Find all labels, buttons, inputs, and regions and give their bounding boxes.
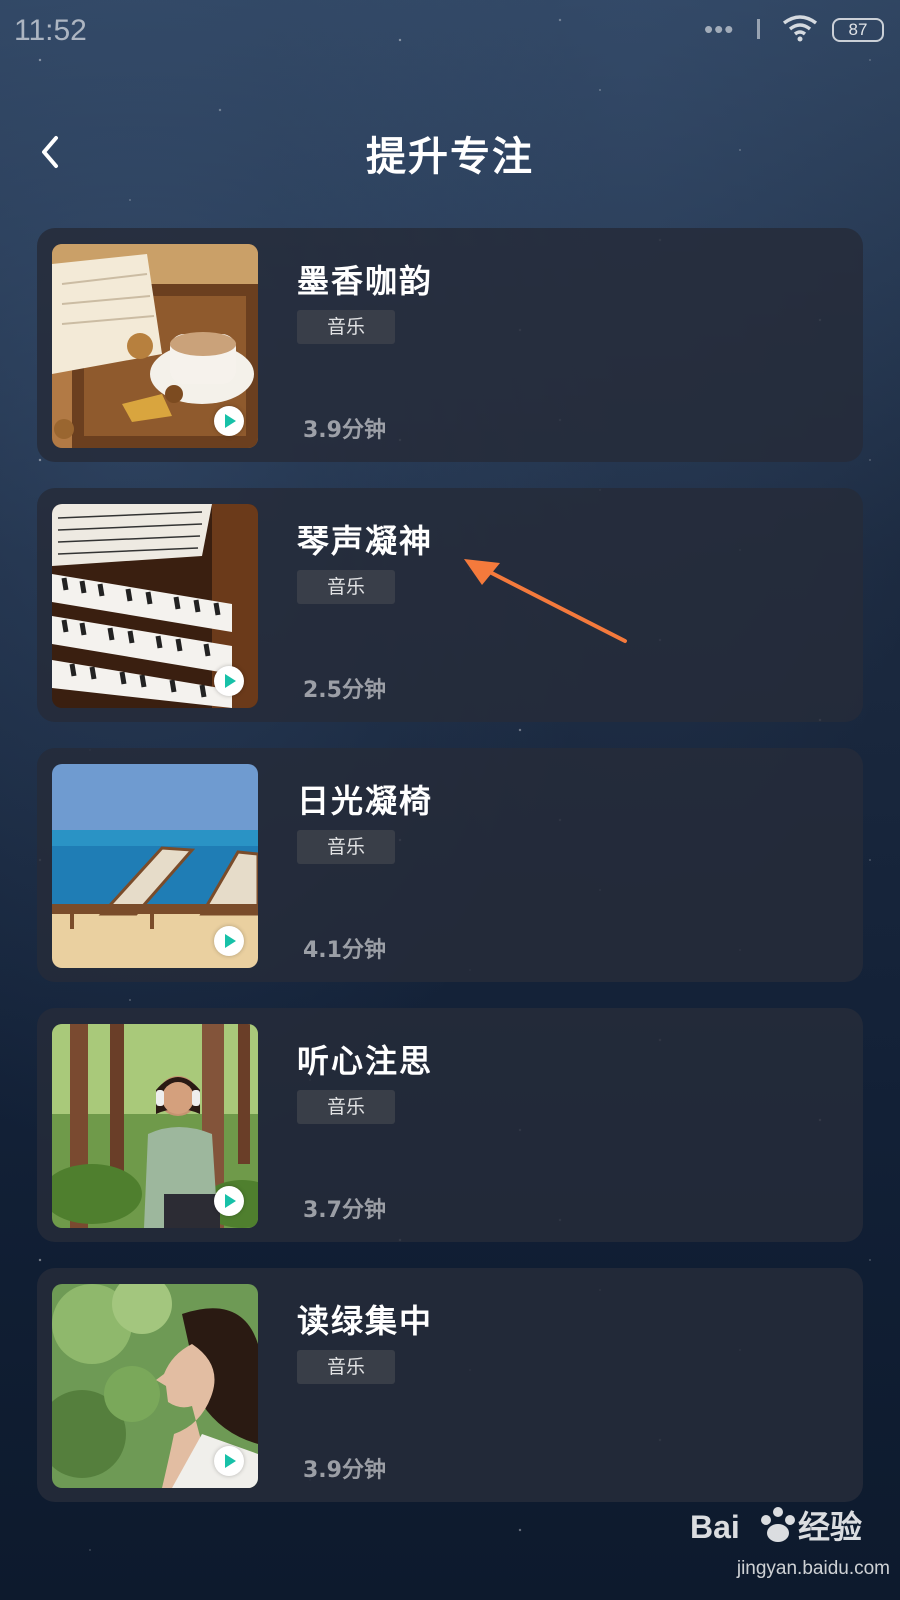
play-icon[interactable] [214,926,244,956]
list-item[interactable]: 听心注思 音乐 3.7分钟 [37,1008,863,1242]
item-title: 读绿集中 [297,1302,434,1340]
beach-chairs-image [52,764,258,968]
page-title: 提升专注 [366,134,534,180]
item-duration: 3.7分钟 [303,1198,386,1223]
item-title: 日光凝椅 [297,782,434,820]
forest-headphones-image [52,1024,258,1228]
music-list: 墨香咖韵 音乐 3.9分钟 琴声凝神 音乐 2.5分钟 日光凝椅 音乐 4.1分… [37,228,863,1528]
category-tag: 音乐 [297,1090,395,1124]
header: 提升专注 [0,110,900,200]
play-icon[interactable] [214,1446,244,1476]
category-tag: 音乐 [297,570,395,604]
list-item[interactable]: 读绿集中 音乐 3.9分钟 [37,1268,863,1502]
status-bar: 11:52 ••• 87 [0,0,900,64]
item-title: 琴声凝神 [297,522,434,560]
status-dots: ••• [704,14,735,44]
item-duration: 3.9分钟 [303,1458,386,1483]
watermark-url: jingyan.baidu.com [736,1558,890,1579]
list-item[interactable]: 墨香咖韵 音乐 3.9分钟 [37,228,863,462]
item-title: 听心注思 [297,1042,434,1080]
list-item[interactable]: 琴声凝神 音乐 2.5分钟 [37,488,863,722]
book-coffee-image [52,244,258,448]
organ-keys-image [52,504,258,708]
item-duration: 4.1分钟 [303,938,386,963]
signal-icon [757,19,760,39]
list-item[interactable]: 日光凝椅 音乐 4.1分钟 [37,748,863,982]
item-title: 墨香咖韵 [297,262,434,300]
item-duration: 3.9分钟 [303,418,386,443]
wifi-icon [782,15,818,42]
woman-greenery-image [52,1284,258,1488]
play-icon[interactable] [214,666,244,696]
play-icon[interactable] [214,406,244,436]
category-tag: 音乐 [297,1350,395,1384]
item-duration: 2.5分钟 [303,678,386,703]
status-time: 11:52 [14,14,87,47]
category-tag: 音乐 [297,830,395,864]
category-tag: 音乐 [297,310,395,344]
play-icon[interactable] [214,1186,244,1216]
battery-indicator: 87 [832,18,884,42]
